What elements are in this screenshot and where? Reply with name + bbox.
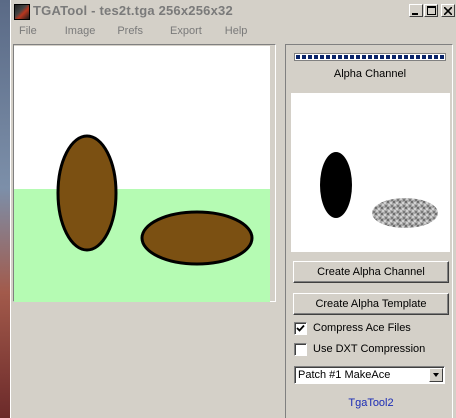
menu-file[interactable]: File — [19, 23, 37, 41]
menu-prefs[interactable]: Prefs — [117, 23, 143, 41]
menu-image[interactable]: Image — [65, 23, 96, 41]
patch-select[interactable]: Patch #1 MakeAce — [294, 366, 445, 384]
tgatool2-link[interactable]: TgaTool2 — [294, 397, 448, 409]
sky-area — [14, 46, 270, 189]
checkmark-icon — [296, 324, 305, 332]
alpha-preview — [291, 93, 450, 252]
progress-bar — [294, 53, 446, 61]
menu-bar: File Image Prefs Export Help — [11, 23, 456, 41]
horizontal-ellipse — [140, 210, 254, 266]
menu-help[interactable]: Help — [225, 23, 248, 41]
create-alpha-template-button[interactable]: Create Alpha Template — [293, 293, 449, 315]
maximize-icon — [426, 6, 436, 15]
app-window: TGATool - tes2t.tga 256x256x32 File Imag… — [10, 0, 456, 418]
compress-ace-option[interactable]: Compress Ace Files — [294, 321, 411, 335]
create-alpha-channel-button[interactable]: Create Alpha Channel — [293, 261, 449, 283]
app-icon[interactable] — [14, 4, 30, 20]
use-dxt-checkbox[interactable] — [294, 342, 307, 356]
image-preview — [14, 46, 270, 302]
close-icon — [444, 6, 452, 15]
use-dxt-option[interactable]: Use DXT Compression — [294, 342, 425, 356]
alpha-preview-image — [320, 152, 438, 228]
progress-fill — [296, 55, 444, 59]
maximize-button[interactable] — [424, 4, 438, 17]
close-button[interactable] — [441, 4, 455, 17]
title-bar[interactable]: TGATool - tes2t.tga 256x256x32 — [11, 0, 456, 22]
alpha-noisy-shape — [372, 198, 438, 228]
dropdown-button[interactable] — [429, 368, 443, 382]
minimize-button[interactable] — [409, 4, 423, 17]
chevron-down-icon — [433, 373, 439, 377]
menu-export[interactable]: Export — [170, 23, 202, 41]
use-dxt-label: Use DXT Compression — [313, 343, 426, 355]
alpha-opaque-shape — [320, 152, 352, 218]
compress-ace-label: Compress Ace Files — [313, 322, 411, 334]
compress-ace-checkbox[interactable] — [294, 321, 307, 335]
alpha-channel-label: Alpha Channel — [333, 68, 407, 80]
window-controls — [409, 4, 455, 17]
vertical-ellipse — [56, 134, 118, 252]
patch-select-value: Patch #1 MakeAce — [298, 369, 391, 381]
minimize-icon — [412, 12, 418, 15]
window-title: TGATool - tes2t.tga 256x256x32 — [33, 3, 233, 18]
image-canvas[interactable] — [14, 46, 270, 302]
